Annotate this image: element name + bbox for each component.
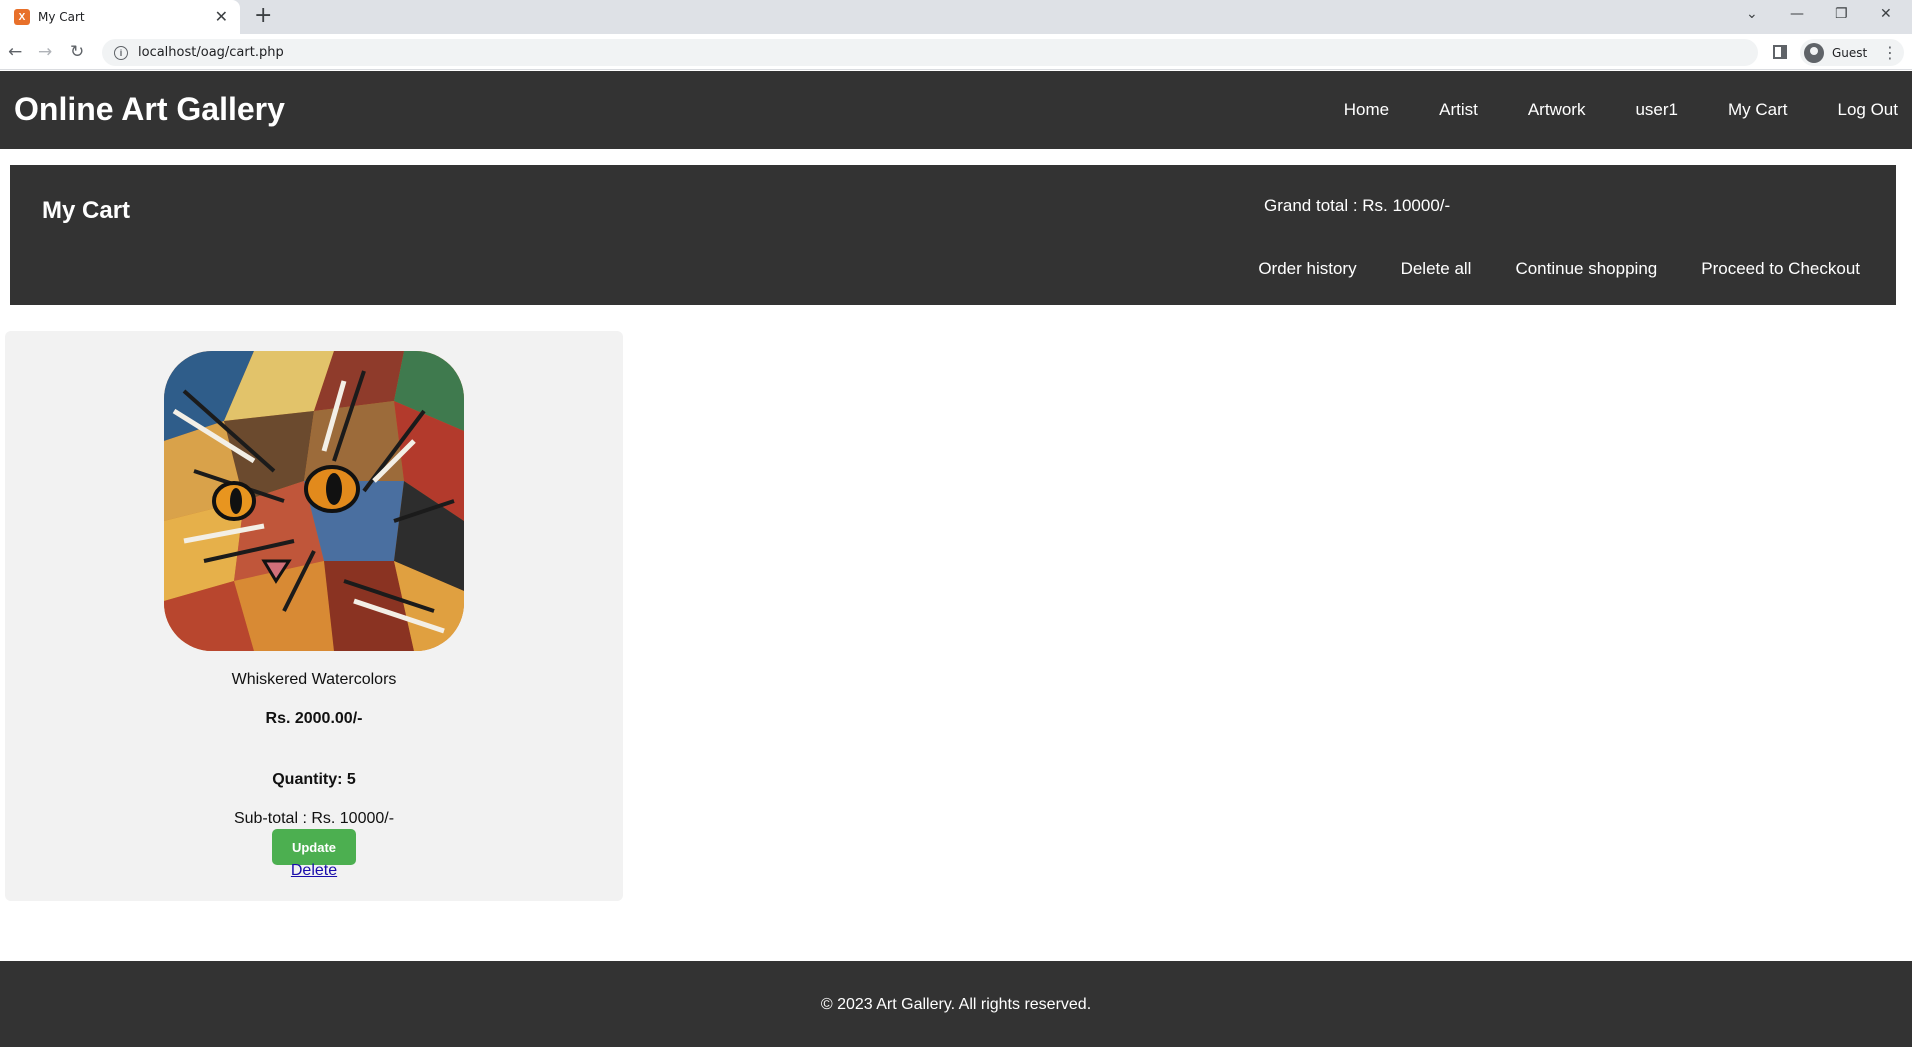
site-header: Online Art Gallery Home Artist Artwork u… xyxy=(0,71,1912,149)
browser-tab-bar: X My Cart ✕ + ⌄ — ❐ ✕ xyxy=(0,0,1912,34)
browser-tab[interactable]: X My Cart ✕ xyxy=(0,0,240,34)
cart-actions: Order history Delete all Continue shoppi… xyxy=(1214,259,1860,279)
order-history-link[interactable]: Order history xyxy=(1258,259,1356,279)
artwork-quantity: Quantity: 5 xyxy=(272,771,356,788)
cart-item-card: Whiskered Watercolors Rs. 2000.00/- Quan… xyxy=(5,331,623,901)
delete-item-link[interactable]: Delete xyxy=(291,862,337,879)
artwork-name: Whiskered Watercolors xyxy=(231,671,397,688)
proceed-to-checkout-link[interactable]: Proceed to Checkout xyxy=(1701,259,1860,279)
side-panel-icon[interactable] xyxy=(1773,45,1787,59)
new-tab-icon[interactable]: + xyxy=(254,5,272,27)
avatar-icon xyxy=(1804,42,1824,63)
cart-header: My Cart Grand total : Rs. 10000/- Order … xyxy=(10,165,1896,305)
nav-log-out[interactable]: Log Out xyxy=(1838,100,1899,120)
minimize-icon[interactable]: — xyxy=(1790,6,1804,22)
close-window-icon[interactable]: ✕ xyxy=(1880,6,1892,22)
update-button[interactable]: Update xyxy=(272,829,356,865)
footer-copyright: © 2023 Art Gallery. All rights reserved. xyxy=(820,996,1092,1013)
artwork-subtotal: Sub-total : Rs. 10000/- xyxy=(233,810,395,827)
artwork-price: Rs. 2000.00/- xyxy=(265,710,363,727)
artwork-image xyxy=(164,351,464,651)
forward-icon[interactable]: → xyxy=(38,42,52,62)
site-info-icon[interactable]: i xyxy=(114,45,128,60)
reload-icon[interactable]: ↻ xyxy=(70,42,84,62)
cart-title: My Cart xyxy=(42,197,131,224)
close-tab-icon[interactable]: ✕ xyxy=(215,8,228,26)
delete-all-link[interactable]: Delete all xyxy=(1401,259,1472,279)
tab-search-chevron-icon[interactable]: ⌄ xyxy=(1746,6,1758,22)
address-bar[interactable]: i localhost/oag/cart.php xyxy=(102,39,1758,66)
nav-user[interactable]: user1 xyxy=(1635,100,1678,120)
profile-name: Guest xyxy=(1832,45,1868,60)
nav-artwork[interactable]: Artwork xyxy=(1528,100,1586,120)
continue-shopping-link[interactable]: Continue shopping xyxy=(1515,259,1657,279)
delete-item-wrapper: Delete xyxy=(5,862,623,880)
xampp-favicon-icon: X xyxy=(14,9,30,25)
restore-icon[interactable]: ❐ xyxy=(1835,6,1848,22)
nav-my-cart[interactable]: My Cart xyxy=(1728,100,1788,120)
site-footer: © 2023 Art Gallery. All rights reserved. xyxy=(0,961,1912,1047)
browser-toolbar: ← → ↻ i localhost/oag/cart.php Guest ⋮ xyxy=(0,34,1912,70)
nav-artist[interactable]: Artist xyxy=(1439,100,1478,120)
site-title: Online Art Gallery xyxy=(14,91,285,127)
url-text: localhost/oag/cart.php xyxy=(138,45,284,60)
tab-title: My Cart xyxy=(38,10,85,24)
browser-menu-icon[interactable]: ⋮ xyxy=(1882,43,1898,62)
grand-total: Grand total : Rs. 10000/- xyxy=(1264,196,1451,215)
nav-home[interactable]: Home xyxy=(1344,100,1389,120)
main-nav: Home Artist Artwork user1 My Cart Log Ou… xyxy=(1294,71,1912,149)
back-icon[interactable]: ← xyxy=(8,42,22,62)
